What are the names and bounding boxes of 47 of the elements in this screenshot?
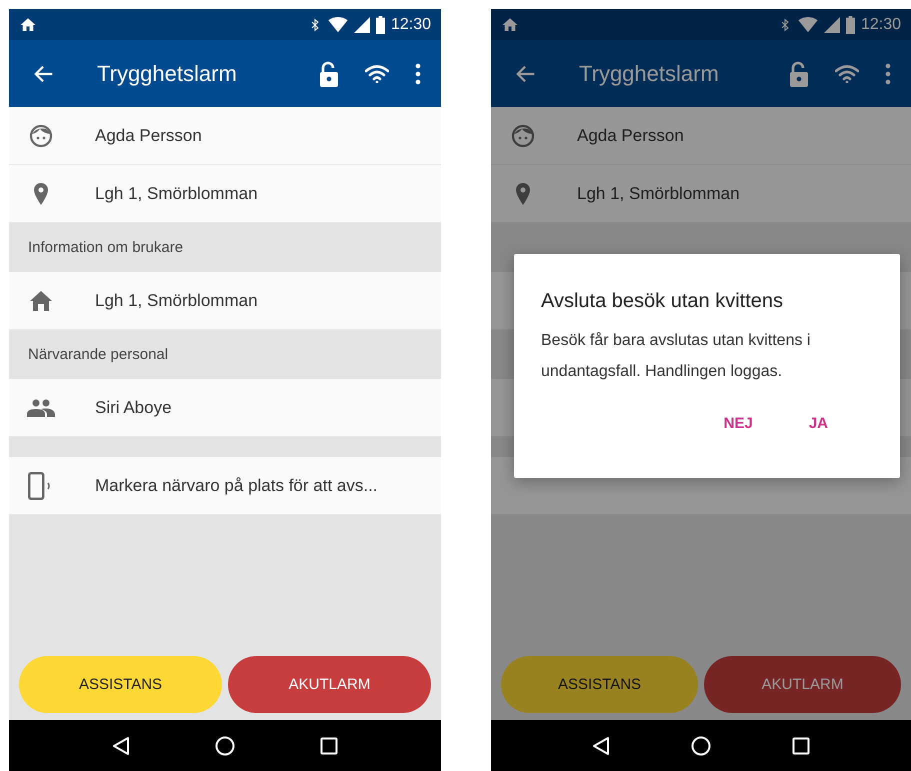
- recents-icon[interactable]: [792, 736, 810, 754]
- home-icon: [501, 16, 519, 34]
- list-item[interactable]: Agda Persson: [491, 107, 911, 165]
- battery-icon: [376, 16, 385, 34]
- overflow-menu-icon[interactable]: [885, 62, 891, 84]
- signal-icon: [824, 16, 840, 32]
- list-item[interactable]: Lgh 1, Smörblomman: [9, 165, 441, 223]
- wifi-icon[interactable]: [835, 64, 859, 82]
- battery-icon: [846, 16, 855, 34]
- dialog-message: Besök får bara avslutas utan kvittens i undantagsfall. Handlingen loggas.: [541, 331, 812, 382]
- padlock-icon[interactable]: [789, 60, 809, 86]
- app-title: Trygghetslarm: [97, 60, 238, 86]
- assistance-button[interactable]: ASSISTANS: [19, 656, 222, 713]
- home-circle-icon[interactable]: [690, 736, 711, 756]
- recents-icon[interactable]: [320, 736, 338, 754]
- status-time: 12:30: [860, 16, 901, 34]
- dialog-action-button[interactable]: JA: [800, 411, 836, 436]
- app-title: Trygghetslarm: [579, 60, 720, 86]
- status-time: 12:30: [390, 16, 431, 34]
- list-item[interactable]: Agda Persson: [9, 107, 441, 165]
- section-header: Närvarande personal: [28, 346, 168, 363]
- face-icon: [29, 124, 53, 148]
- back-icon[interactable]: [592, 736, 610, 756]
- emergency-alarm-button[interactable]: AKUTLARM: [228, 656, 431, 713]
- back-icon[interactable]: [112, 736, 130, 756]
- dialog-title: Avsluta besök utan kvittens: [541, 290, 784, 313]
- wifi-icon: [798, 16, 818, 32]
- list-item[interactable]: Lgh 1, Smörblomman: [491, 165, 911, 223]
- location-pin-icon: [33, 182, 49, 206]
- home-circle-icon[interactable]: [214, 736, 235, 756]
- home-icon: [19, 16, 37, 34]
- assistance-button[interactable]: ASSISTANS: [501, 656, 698, 713]
- list-item[interactable]: Siri Aboye: [9, 379, 441, 437]
- emergency-alarm-button[interactable]: AKUTLARM: [704, 656, 901, 713]
- list-item[interactable]: Markera närvaro på plats för att avs...: [9, 457, 441, 515]
- signal-icon: [354, 16, 370, 32]
- people-icon: [27, 398, 55, 416]
- wifi-icon[interactable]: [365, 64, 389, 82]
- face-icon: [511, 124, 535, 148]
- section-header: Information om brukare: [28, 239, 184, 256]
- home-icon: [29, 290, 53, 312]
- overflow-menu-icon[interactable]: [415, 62, 421, 84]
- location-pin-icon: [515, 182, 531, 206]
- wifi-icon: [328, 16, 348, 32]
- list-item[interactable]: Lgh 1, Smörblomman: [9, 272, 441, 330]
- padlock-icon[interactable]: [319, 60, 339, 86]
- dialog-action-button[interactable]: NEJ: [716, 411, 761, 436]
